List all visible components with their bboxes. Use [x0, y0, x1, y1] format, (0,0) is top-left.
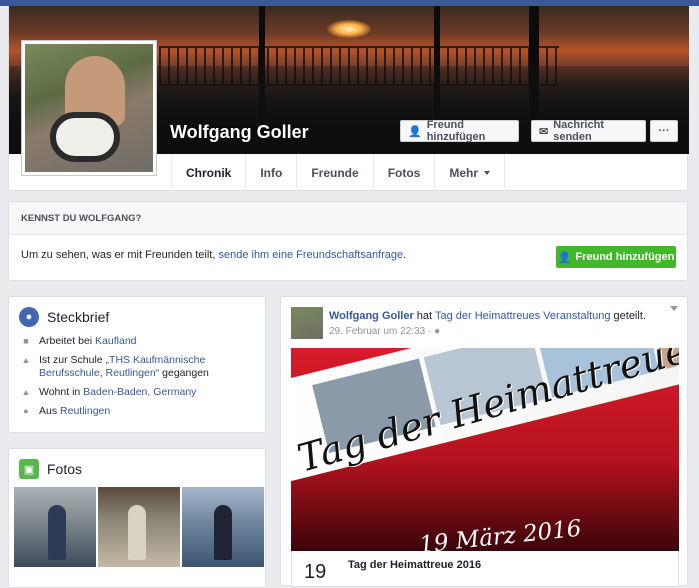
send-request-link[interactable]: sende ihm eine Freundschaftsanfrage: [218, 249, 403, 261]
add-friend-icon: 👤: [408, 125, 422, 138]
intro-title: Steckbrief: [47, 309, 110, 325]
profile-name[interactable]: Wolfgang Goller: [170, 122, 309, 143]
school-row: ▲ Ist zur Schule „THS Kaufmännische Beru…: [9, 354, 265, 386]
photos-header: ▣ Fotos: [9, 449, 265, 487]
post-timestamp[interactable]: 29. Februar um 22:33 · ●: [329, 326, 440, 337]
add-friend-label: Freund hinzufügen: [426, 119, 486, 143]
tab-fotos[interactable]: Fotos: [372, 154, 435, 191]
post-verb: hat: [413, 310, 435, 322]
event-info-row[interactable]: 19 Tag der Heimattreue 2016: [291, 551, 679, 587]
know-text-after: .: [403, 249, 407, 261]
banner-date: 19 März 2016: [418, 515, 583, 551]
add-friend-green-label: Freund hinzufügen: [575, 251, 675, 263]
post-author-link[interactable]: Wolfgang Goller: [329, 310, 414, 322]
photos-title[interactable]: Fotos: [47, 461, 82, 477]
profile-dog: [50, 112, 120, 162]
message-icon: ✉: [539, 125, 549, 138]
school-suffix: gegangen: [159, 367, 209, 379]
work-row: ■ Arbeitet bei Kaufland: [9, 335, 265, 354]
profile-picture[interactable]: [22, 41, 156, 175]
feed-post: Wolfgang Goller hat Tag der Heimattreues…: [280, 296, 688, 587]
intro-card: ● Steckbrief ■ Arbeitet bei Kaufland ▲ I…: [8, 296, 266, 433]
school-prefix: Ist zur Schule: [39, 354, 106, 366]
tab-freunde[interactable]: Freunde: [296, 154, 372, 191]
briefcase-icon: ■: [23, 336, 29, 346]
photo-thumbnail[interactable]: [182, 487, 264, 567]
post-header: Wolfgang Goller hat Tag der Heimattreues…: [329, 310, 669, 322]
know-him-card: KENNST DU WOLFGANG? Um zu sehen, was er …: [8, 201, 688, 281]
post-options-chevron-icon[interactable]: [670, 306, 678, 311]
photo-person: [214, 505, 232, 560]
photo-person: [128, 505, 146, 560]
work-prefix: Arbeitet bei: [39, 335, 96, 347]
lives-row: ▲ Wohnt in Baden-Baden, Germany: [9, 386, 265, 405]
send-message-label: Nachricht senden: [553, 119, 604, 143]
caret-down-icon: [484, 170, 491, 175]
photo-grid: [9, 487, 265, 570]
post-author-avatar[interactable]: [291, 307, 323, 339]
post-event-link[interactable]: Tag der Heimattreues Veranstaltung: [435, 310, 611, 322]
post-time: 29. Februar um 22:33 ·: [329, 326, 435, 337]
location-pin-icon: ●: [23, 406, 29, 416]
cover-sun: [327, 20, 371, 38]
add-friend-icon: 👤: [557, 251, 572, 264]
event-banner-image[interactable]: Tag der Heimattreue 19 März 2016: [291, 348, 679, 551]
send-message-button[interactable]: ✉ Nachricht senden: [531, 119, 646, 143]
photos-card: ▣ Fotos: [8, 448, 266, 588]
photo-thumbnail[interactable]: [98, 487, 180, 567]
from-link[interactable]: Reutlingen: [60, 405, 110, 417]
add-friend-green-button[interactable]: 👤 Freund hinzufügen: [556, 246, 676, 268]
intro-header: ● Steckbrief: [9, 297, 265, 335]
lives-link[interactable]: Baden-Baden, Germany: [83, 386, 196, 398]
more-dots-icon: ···: [658, 125, 670, 137]
tab-chronik[interactable]: Chronik: [171, 154, 245, 191]
tab-mehr-label: Mehr: [449, 165, 479, 180]
tab-info[interactable]: Info: [245, 154, 296, 191]
tab-mehr[interactable]: Mehr: [434, 154, 506, 191]
post-action: geteilt.: [610, 310, 646, 322]
home-icon: ▲: [21, 387, 31, 397]
event-day: 19: [304, 561, 327, 583]
from-row: ● Aus Reutlingen: [9, 405, 265, 424]
globe-icon: ●: [19, 307, 39, 327]
photo-person: [48, 505, 66, 560]
work-link[interactable]: Kaufland: [95, 335, 136, 347]
profile-tabs: Chronik Info Freunde Fotos Mehr: [171, 154, 506, 191]
add-friend-button[interactable]: 👤 Freund hinzufügen: [400, 119, 519, 143]
photo-icon: ▣: [19, 459, 39, 479]
know-heading: KENNST DU WOLFGANG?: [9, 202, 687, 235]
lives-prefix: Wohnt in: [39, 386, 84, 398]
more-options-button[interactable]: ···: [650, 120, 678, 142]
know-text: Um zu sehen, was er mit Freunden teilt, …: [21, 249, 406, 261]
photo-thumbnail[interactable]: [14, 487, 96, 567]
school-icon: ▲: [21, 355, 31, 365]
event-name[interactable]: Tag der Heimattreue 2016: [348, 559, 481, 571]
know-text-before: Um zu sehen, was er mit Freunden teilt,: [21, 249, 219, 261]
from-prefix: Aus: [39, 405, 61, 417]
profile-header: Wolfgang Goller 👤 Freund hinzufügen ✉ Na…: [8, 6, 689, 191]
public-globe-icon: ●: [434, 326, 441, 337]
